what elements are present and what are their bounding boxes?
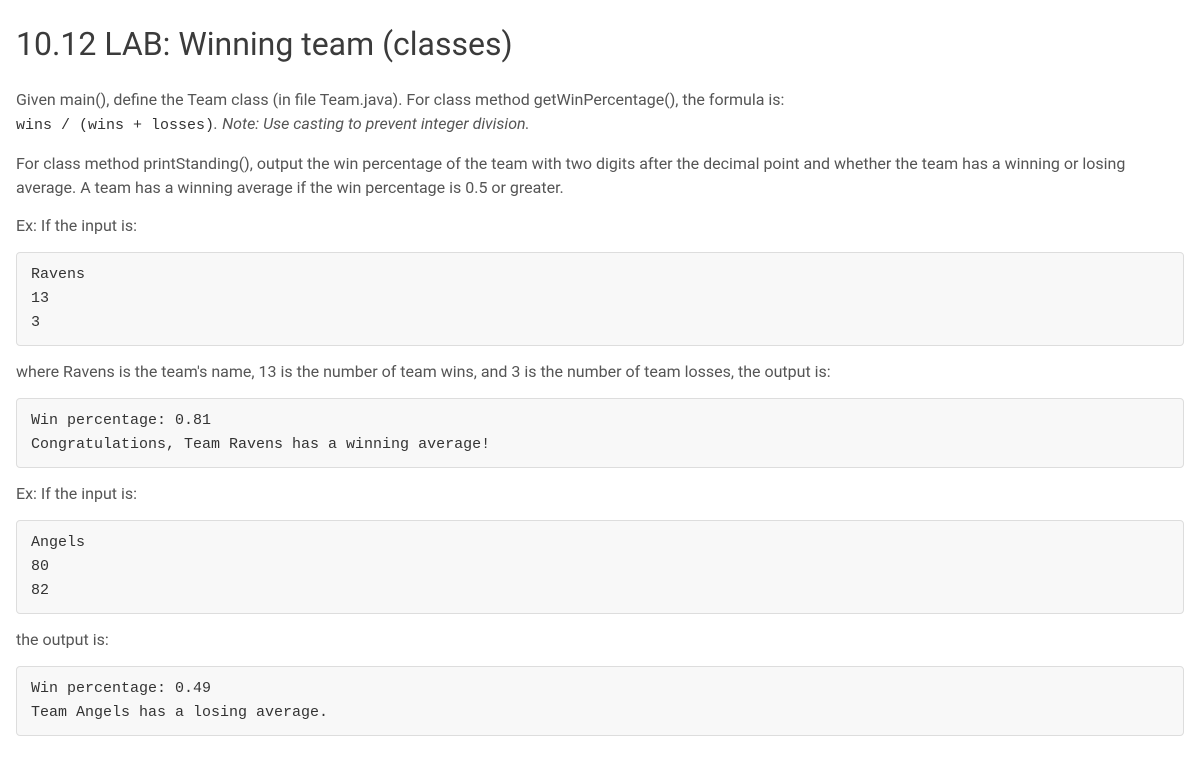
paragraph-output-label: the output is: xyxy=(16,628,1184,652)
paragraph-explain-input: where Ravens is the team's name, 13 is t… xyxy=(16,360,1184,384)
paragraph-formula: Given main(), define the Team class (in … xyxy=(16,88,1184,138)
code-block-input-1: Ravens 13 3 xyxy=(16,252,1184,346)
code-block-output-2: Win percentage: 0.49 Team Angels has a l… xyxy=(16,666,1184,736)
inline-code-formula: wins / (wins + losses) xyxy=(16,117,214,134)
paragraph-text: Given main(), define the Team class (in … xyxy=(16,90,784,109)
example-label: Ex: If the input is: xyxy=(16,482,1184,506)
paragraph-printstanding: For class method printStanding(), output… xyxy=(16,152,1184,200)
page-title: 10.12 LAB: Winning team (classes) xyxy=(16,20,1184,68)
note-text: . Note: Use casting to prevent integer d… xyxy=(214,114,530,133)
example-label: Ex: If the input is: xyxy=(16,214,1184,238)
code-block-output-1: Win percentage: 0.81 Congratulations, Te… xyxy=(16,398,1184,468)
code-block-input-2: Angels 80 82 xyxy=(16,520,1184,614)
